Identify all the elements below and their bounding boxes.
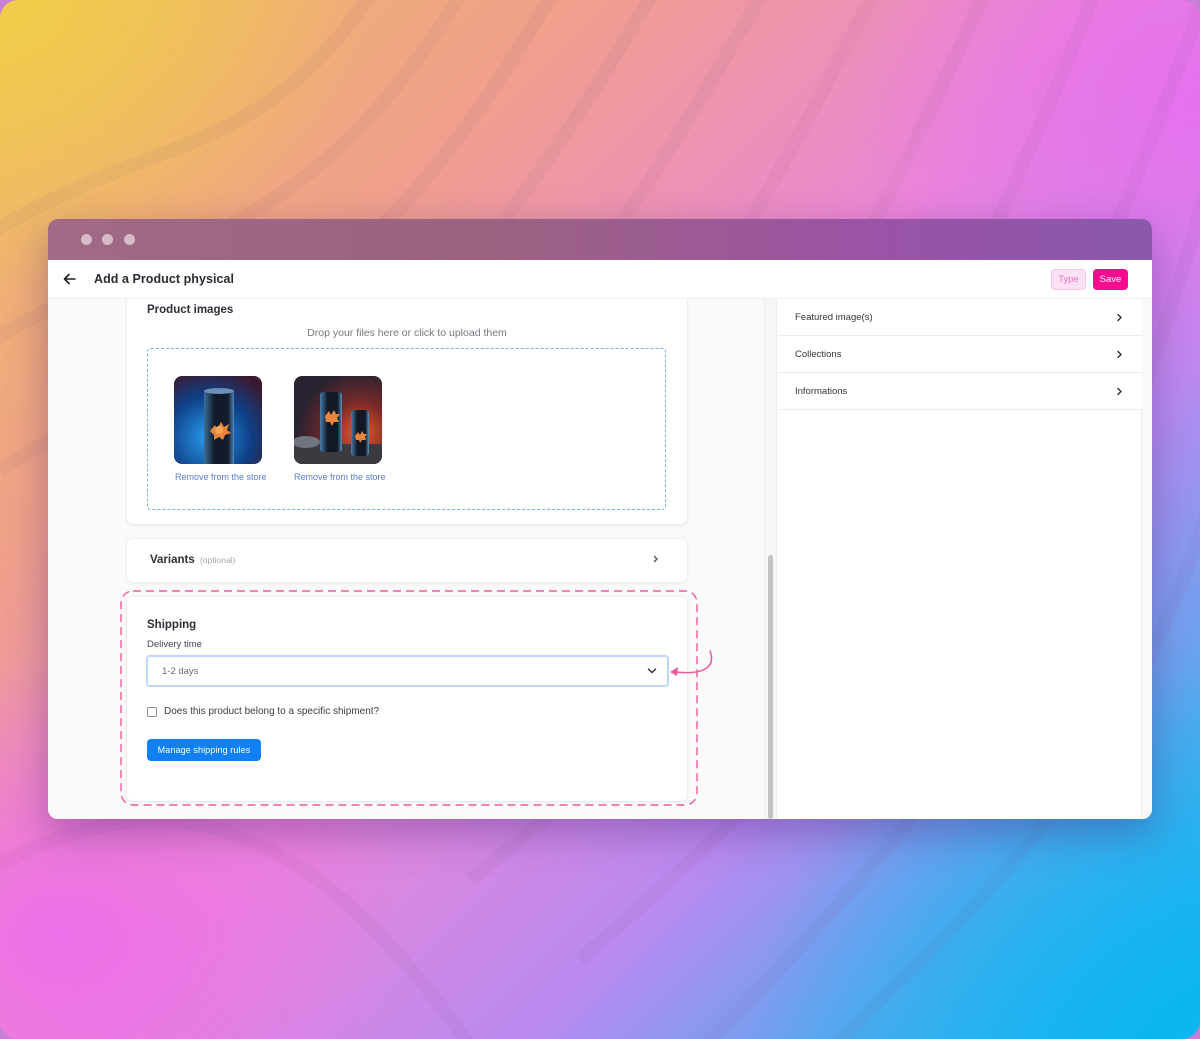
chevron-down-icon <box>647 668 657 674</box>
back-button[interactable] <box>60 269 80 289</box>
sidebar-item-label: Featured image(s) <box>795 312 873 323</box>
right-sidebar: Featured image(s) Collections Informatio… <box>776 299 1152 819</box>
image-dropzone[interactable]: Remove from the store Remove from the st… <box>147 348 666 510</box>
page-title: Add a Product physical <box>94 272 235 286</box>
delivery-time-value: 1-2 days <box>162 666 199 677</box>
variants-label: Variants (optional) <box>150 554 235 566</box>
save-button[interactable]: Save <box>1093 269 1128 290</box>
specific-shipment-checkbox[interactable] <box>147 707 157 717</box>
chevron-right-icon <box>1117 387 1122 396</box>
manage-shipping-rules-button[interactable]: Manage shipping rules <box>147 739 261 761</box>
window-minimize-button[interactable] <box>102 234 113 245</box>
scrollbar-thumb[interactable] <box>768 555 773 819</box>
product-image-thumbnail[interactable] <box>294 376 382 464</box>
drop-hint: Drop your files here or click to upload … <box>307 327 507 339</box>
delivery-time-label: Delivery time <box>147 639 202 650</box>
sidebar-item-informations[interactable]: Informations <box>778 373 1142 410</box>
variants-title: Variants <box>150 554 195 566</box>
sidebar-item-label: Informations <box>795 386 848 397</box>
shipping-card: Shipping Delivery time 1-2 days Does thi… <box>127 597 687 801</box>
window-close-button[interactable] <box>81 234 92 245</box>
chevron-right-icon <box>1117 313 1122 322</box>
delivery-time-select[interactable]: 1-2 days <box>146 655 669 687</box>
sidebar-item-featured-images[interactable]: Featured image(s) <box>778 299 1142 336</box>
sidebar-item-collections[interactable]: Collections <box>778 336 1142 373</box>
remove-image-link[interactable]: Remove from the store <box>175 472 267 482</box>
app-window: Add a Product physical Type Save Product… <box>48 219 1152 819</box>
window-titlebar <box>48 219 1152 260</box>
product-image-2 <box>294 376 382 464</box>
sidebar-panel: Featured image(s) Collections Informatio… <box>776 299 1142 819</box>
sidebar-edge <box>1142 299 1152 819</box>
main-content[interactable]: Product images Drop your files here or c… <box>48 299 776 819</box>
app-header: Add a Product physical Type Save <box>48 260 1152 299</box>
arrow-left-icon <box>63 273 76 285</box>
shipping-title: Shipping <box>147 619 197 631</box>
window-maximize-button[interactable] <box>124 234 135 245</box>
chevron-right-icon <box>653 555 658 563</box>
product-images-title: Product images <box>147 304 234 316</box>
product-image-thumbnail[interactable] <box>174 376 262 464</box>
specific-shipment-label[interactable]: Does this product belong to a specific s… <box>164 706 379 717</box>
variants-optional-label: (optional) <box>199 555 236 565</box>
variants-section[interactable]: Variants (optional) <box>127 539 687 582</box>
chevron-right-icon <box>1117 350 1122 359</box>
remove-image-link[interactable]: Remove from the store <box>294 472 386 482</box>
product-image-1 <box>174 376 262 464</box>
sidebar-item-label: Collections <box>795 349 842 360</box>
product-images-card: Product images Drop your files here or c… <box>127 299 687 524</box>
type-button[interactable]: Type <box>1051 269 1086 290</box>
